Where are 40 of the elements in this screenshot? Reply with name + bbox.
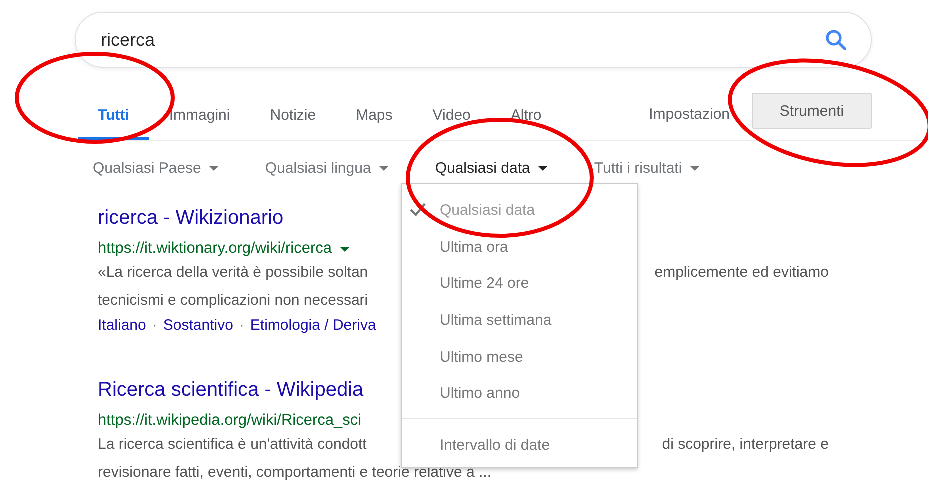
- nav-tab[interactable]: Notizie: [250, 92, 336, 140]
- result-title[interactable]: ricerca - Wikizionario: [98, 207, 284, 229]
- search-field[interactable]: ricerca: [75, 12, 872, 68]
- snippet-text: tecnicismi e complicazioni non necessari: [98, 291, 368, 311]
- check-icon: [410, 203, 426, 217]
- result-title[interactable]: Ricerca scientifica - Wikipedia: [98, 379, 364, 401]
- menu-item[interactable]: Ultimo mese: [402, 338, 637, 376]
- menu-item[interactable]: Ultima ora: [402, 228, 637, 266]
- tools-button[interactable]: Strumenti: [752, 93, 872, 129]
- menu-item[interactable]: Ultimo anno: [402, 375, 637, 412]
- sitelink[interactable]: Etimologia / Deriva: [250, 315, 376, 337]
- caret-icon: [379, 166, 390, 171]
- result-url: https://it.wiktionary.org/wiki/ricerca: [98, 239, 332, 259]
- result-url: https://it.wikipedia.org/wiki/Ricerca_sci: [98, 411, 362, 431]
- nav-tab[interactable]: Immagini: [149, 92, 250, 140]
- sitelink[interactable]: Italiano: [98, 315, 146, 337]
- caret-icon: [209, 166, 220, 171]
- nav-tab[interactable]: Maps: [336, 92, 413, 140]
- filter-dropdown[interactable]: Tutti i risultati: [594, 160, 700, 177]
- menu-item[interactable]: Ultime 24 ore: [402, 265, 637, 302]
- caret-icon: [690, 166, 700, 171]
- filter-dropdown[interactable]: Qualsiasi lingua: [265, 160, 390, 177]
- settings-link[interactable]: Impostazion: [649, 92, 730, 140]
- snippet-text: emplicemente ed evitiamo: [654, 263, 829, 283]
- menu-item[interactable]: Intervallo di date: [402, 427, 637, 464]
- nav-tab[interactable]: Altro: [490, 92, 562, 140]
- separator-dot: ·: [152, 316, 158, 336]
- nav-tab[interactable]: Video: [412, 92, 491, 140]
- snippet-text: «La ricerca della verità è possibile soltan: [98, 263, 368, 283]
- search-icon[interactable]: [824, 28, 848, 52]
- filter-dropdown[interactable]: Qualsiasi data: [435, 160, 548, 177]
- filter-dropdown[interactable]: Qualsiasi Paese: [93, 160, 220, 177]
- caret-icon: [538, 166, 548, 171]
- menu-item[interactable]: Ultima settimana: [402, 302, 637, 339]
- snippet-text: La ricerca scientifica è un'attività condott: [98, 435, 367, 455]
- snippet-text: di scoprire, interpretare e: [662, 435, 829, 455]
- sitelink[interactable]: Sostantivo: [163, 315, 234, 337]
- separator-dot: ·: [239, 316, 244, 336]
- snippet-text: revisionare fatti, eventi, comportamenti e teorie relative a ...: [98, 463, 492, 483]
- caret-icon[interactable]: [340, 246, 350, 252]
